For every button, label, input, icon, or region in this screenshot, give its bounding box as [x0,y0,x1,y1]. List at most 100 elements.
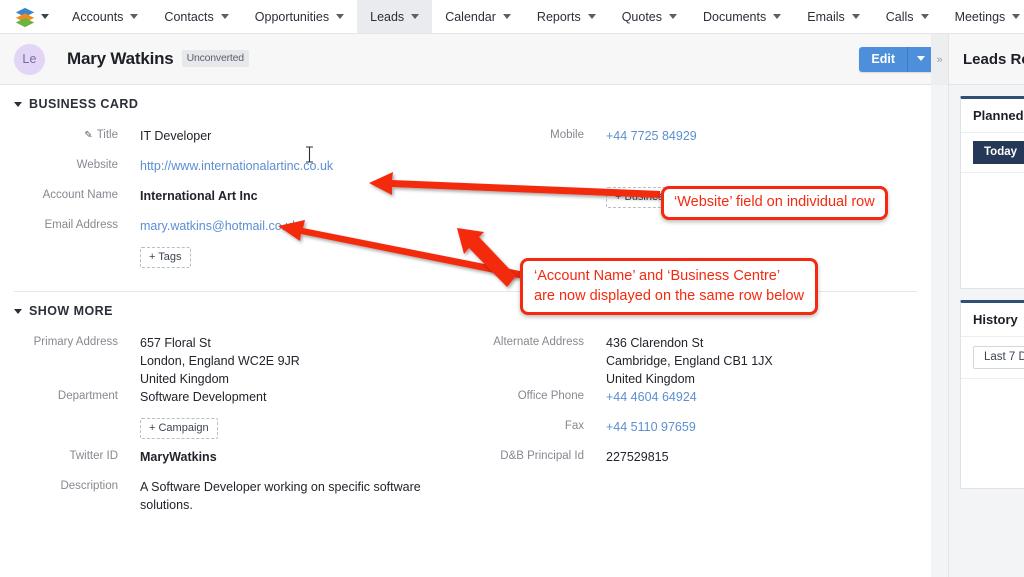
field-label-text: Title [96,129,118,141]
field-row: ✎ Title IT Developer Mobile +44 7725 84929 [0,127,931,157]
field-cell: Department Software Development [0,388,466,406]
section-header-business-card[interactable]: BUSINESS CARD [0,85,931,121]
header-actions: Edit [859,46,934,72]
field-cell: + Campaign [0,418,466,439]
page-title: Mary Watkins Unconverted [67,49,249,69]
field-label [466,157,584,159]
field-label [466,217,584,219]
nav-item-opportunities[interactable]: Opportunities [242,0,357,33]
nav-item-leads[interactable]: Leads [357,0,433,33]
field-label: Alternate Address [493,336,584,348]
nav-item-quotes[interactable]: Quotes [609,0,690,33]
chevron-down-icon[interactable] [41,14,49,19]
history-range-filter[interactable]: Last 7 Day [973,346,1024,369]
nav-item-reports[interactable]: Reports [524,0,609,33]
field-value[interactable]: +44 4604 64924 [584,388,697,406]
nav-item-calendar[interactable]: Calendar [432,0,524,33]
field-value[interactable]: +44 7725 84929 [584,127,697,145]
nav-item-label: Emails [807,9,845,24]
field-cell: ✎ Title IT Developer [0,127,466,145]
pencil-icon[interactable]: ✎ [84,130,92,141]
chevron-down-icon[interactable] [502,14,511,19]
field-label: Mobile [550,129,584,141]
field-value[interactable]: mary.watkins@hotmail.co.uk [118,217,298,235]
field-value-line: 657 Floral St [140,336,211,350]
status-badge: Unconverted [181,50,249,67]
nav-item-label: Documents [703,9,767,24]
field-value[interactable]: +44 5110 97659 [584,418,696,436]
chevron-down-icon[interactable] [1012,14,1021,19]
record-header: Le Mary Watkins Unconverted Edit [0,34,948,85]
field-cell: Primary Address 657 Floral St London, Engl… [0,334,466,388]
field-label: Account Name [42,189,118,201]
field-row: + Tags [0,247,931,277]
field-value: International Art Inc [140,189,258,203]
nav-item-label: Accounts [72,9,124,24]
planned-activities-card: Planned TodayF [960,96,1024,289]
field-value[interactable]: http://www.internationalartinc.co.uk [118,157,333,175]
collapse-rail-button[interactable]: » [931,34,948,85]
nav-item-label: Reports [536,9,581,24]
chevron-down-icon[interactable] [220,14,229,19]
field-cell: Email Address mary.watkins@hotmail.co.uk [0,217,466,235]
chevron-down-icon [14,101,22,107]
chevron-down-icon[interactable] [411,14,420,19]
field-button-wrap: + Campaign [0,418,218,439]
history-card-body: M [961,378,1024,488]
edit-button[interactable]: Edit [859,46,907,72]
app-root: Accounts Contacts Opportunities Leads Calend… [0,0,1024,577]
tags-add-button[interactable]: + Tags [140,247,191,268]
field-cell: Office Phone +44 4604 64924 [466,388,931,406]
field-label: Department [57,390,118,402]
field-value: 436 Clarendon St Cambridge, England CB1 1… [584,334,773,388]
field-value: A Software Developer working on specific… [140,480,421,512]
chevron-down-icon[interactable] [587,14,596,19]
planned-tab-today[interactable]: Today [973,141,1024,164]
field-cell: D&B Principal Id 227529815 [466,448,931,466]
planned-tab-list: TodayF [961,133,1024,172]
section-title: SHOW MORE [29,304,113,318]
logo-menu[interactable] [0,0,59,33]
nav-item-label: Calendar [445,9,496,24]
edit-dropdown-button[interactable] [907,46,934,72]
field-row: Website http://www.internationalartinc.co… [0,157,931,187]
field-value: IT Developer [140,129,212,143]
nav-item-documents[interactable]: Documents [690,0,794,33]
chevron-down-icon[interactable] [336,14,345,19]
campaign-add-button[interactable]: + Campaign [140,418,218,439]
history-card: History Last 7 Day M [960,300,1024,489]
field-value-line: United Kingdom [606,372,695,386]
nav-item-label: Meetings [954,9,1006,24]
field-row: Account Name International Art Inc + Busin… [0,187,931,217]
section-header-show-more[interactable]: SHOW MORE [0,292,931,328]
chevron-down-icon[interactable] [773,14,782,19]
field-cell: + Business Centr... [466,187,931,208]
field-value: Software Development [140,390,267,404]
field-cell [466,478,931,480]
field-value: MaryWatkins [140,450,217,464]
nav-item-meetings[interactable]: Meetings [942,0,1024,33]
nav-item-accounts[interactable]: Accounts [59,0,151,33]
field-row: Primary Address 657 Floral St London, Engl… [0,334,931,388]
layers-stack-logo[interactable] [14,6,36,28]
chevron-down-icon[interactable] [669,14,678,19]
text-ibeam-cursor [306,146,313,163]
nav-item-emails[interactable]: Emails [794,0,873,33]
planned-card-heading: Planned [961,99,1024,133]
field-label: ✎ Title [0,127,118,141]
chevron-down-icon[interactable] [851,14,860,19]
field-cell: Mobile +44 7725 84929 [466,127,931,145]
nav-item-calls[interactable]: Calls [873,0,942,33]
business-centre-add-button[interactable]: + Business Centr... [606,187,717,208]
business-card-fields: ✎ Title IT Developer Mobile +44 7725 84929 We… [0,121,931,277]
show-more-fields: Primary Address 657 Floral St London, Engl… [0,328,931,514]
history-card-heading: History [961,303,1024,337]
chevron-down-icon[interactable] [920,14,929,19]
chevron-down-icon[interactable] [130,14,139,19]
edit-button-group: Edit [859,46,934,72]
nav-item-label: Opportunities [254,9,330,24]
nav-item-contacts[interactable]: Contacts [151,0,241,33]
field-value: 227529815 [606,450,669,464]
field-value-line: 436 Clarendon St [606,336,704,350]
field-value-line: United Kingdom [140,372,229,386]
